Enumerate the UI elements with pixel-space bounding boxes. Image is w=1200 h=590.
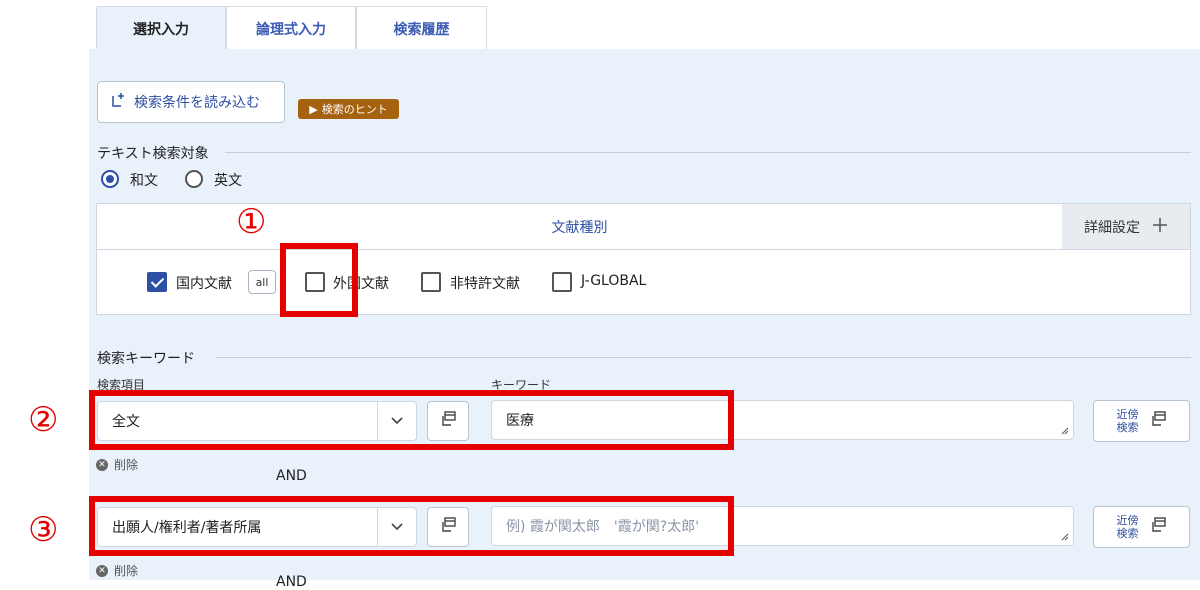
annotation-box-1 bbox=[280, 243, 358, 317]
detail-settings-label: 詳細設定 bbox=[1084, 219, 1140, 236]
popup-window-icon bbox=[1149, 516, 1167, 538]
operator-label: AND bbox=[276, 574, 307, 590]
section-divider bbox=[225, 152, 1191, 153]
plus-icon bbox=[1152, 217, 1168, 237]
checkbox-nonpatent-label: 非特許文献 bbox=[450, 276, 520, 292]
text-target-title: テキスト検索対象 bbox=[97, 146, 209, 162]
proximity-search-label: 近傍 検索 bbox=[1116, 514, 1139, 540]
annotation-number-2: ② bbox=[28, 400, 59, 440]
search-hint-button[interactable]: ▶ 検索のヒント bbox=[298, 99, 399, 119]
radio-english-label: 英文 bbox=[214, 173, 242, 189]
annotation-number-1: ① bbox=[236, 202, 267, 242]
load-conditions-label: 検索条件を読み込む bbox=[134, 95, 260, 111]
delete-row-button-2[interactable]: ✕ 削除 bbox=[96, 562, 138, 579]
checkbox-jglobal-label: J-GLOBAL bbox=[581, 273, 647, 289]
radio-japanese[interactable] bbox=[101, 170, 119, 188]
close-circle-icon: ✕ bbox=[96, 458, 108, 471]
proximity-search-label: 近傍 検索 bbox=[1116, 408, 1139, 434]
delete-row-button-1[interactable]: ✕ 削除 bbox=[96, 456, 138, 473]
proximity-search-button-1[interactable]: 近傍 検索 bbox=[1093, 400, 1190, 442]
proximity-search-button-2[interactable]: 近傍 検索 bbox=[1093, 506, 1190, 548]
radio-english[interactable] bbox=[185, 170, 203, 188]
select-all-label: all bbox=[255, 275, 269, 289]
delete-label: 削除 bbox=[114, 564, 139, 578]
checkbox-domestic-label: 国内文献 bbox=[176, 276, 232, 292]
tab-label: 論理式入力 bbox=[256, 21, 326, 38]
resize-grip-icon[interactable] bbox=[1061, 427, 1069, 435]
annotation-number-3: ③ bbox=[28, 510, 59, 550]
checkbox-domestic[interactable] bbox=[147, 272, 167, 292]
popup-window-icon bbox=[1149, 410, 1167, 432]
tab-label: 選択入力 bbox=[133, 21, 189, 38]
tab-logic-input[interactable]: 論理式入力 bbox=[226, 6, 356, 50]
checkbox-jglobal[interactable] bbox=[552, 272, 572, 292]
close-circle-icon: ✕ bbox=[96, 564, 108, 577]
select-all-button[interactable]: all bbox=[248, 270, 276, 294]
search-hint-label: 検索のヒント bbox=[321, 103, 388, 116]
tab-label: 検索履歴 bbox=[393, 21, 450, 38]
load-icon bbox=[110, 92, 126, 112]
load-conditions-button[interactable]: 検索条件を読み込む bbox=[97, 81, 285, 123]
tab-search-history[interactable]: 検索履歴 bbox=[356, 6, 487, 50]
keyword-section-title: 検索キーワード bbox=[97, 351, 195, 367]
detail-settings-button[interactable]: 詳細設定 bbox=[1062, 204, 1190, 249]
checkbox-nonpatent[interactable] bbox=[421, 272, 441, 292]
annotation-box-2 bbox=[89, 390, 734, 450]
annotation-box-3 bbox=[89, 496, 734, 556]
tab-select-input[interactable]: 選択入力 bbox=[96, 6, 226, 50]
radio-japanese-label: 和文 bbox=[130, 173, 158, 189]
section-divider bbox=[216, 357, 1191, 358]
play-icon: ▶ bbox=[309, 102, 318, 116]
operator-label: AND bbox=[276, 468, 307, 484]
delete-label: 削除 bbox=[114, 458, 139, 472]
resize-grip-icon[interactable] bbox=[1061, 533, 1069, 541]
